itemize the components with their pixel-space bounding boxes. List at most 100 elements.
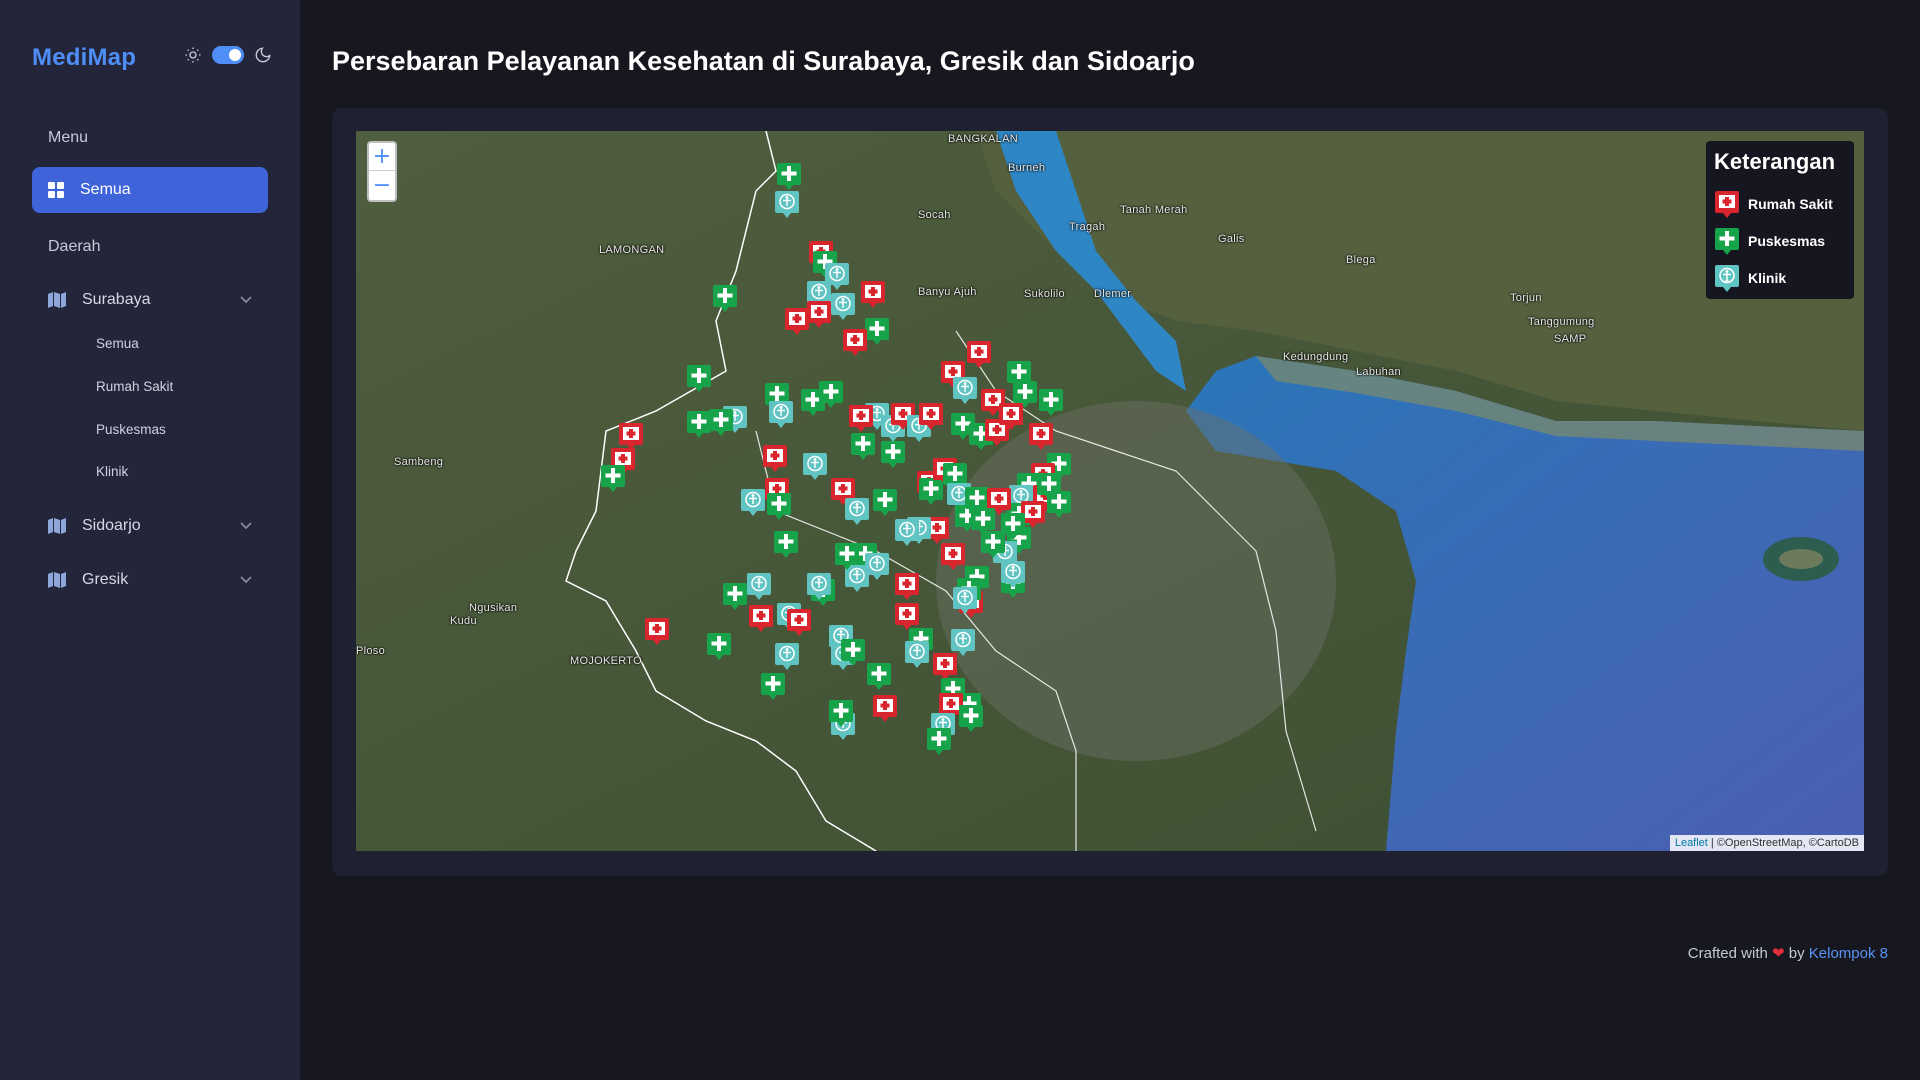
hospital-marker[interactable] xyxy=(644,616,670,646)
zoom-control: + − xyxy=(367,141,397,202)
hospital-marker[interactable] xyxy=(748,603,774,633)
puskesmas-marker[interactable] xyxy=(840,637,866,667)
legend-label: Klinik xyxy=(1748,269,1787,286)
subitem-puskesmas[interactable]: Puskesmas xyxy=(96,422,166,437)
hospital-marker[interactable] xyxy=(918,401,944,431)
map-view[interactable]: BANGKALAN Burneh Socah Tanah Merah Traga… xyxy=(356,131,1864,851)
app-logo[interactable]: MediMap xyxy=(32,44,136,72)
puskesmas-marker[interactable] xyxy=(708,407,734,437)
puskesmas-marker[interactable] xyxy=(850,431,876,461)
legend-label: Puskesmas xyxy=(1748,232,1826,249)
puskesmas-marker[interactable] xyxy=(722,581,748,611)
clinic-marker[interactable] xyxy=(952,375,978,405)
puskesmas-marker[interactable] xyxy=(866,661,892,691)
hospital-marker[interactable] xyxy=(940,541,966,571)
puskesmas-marker[interactable] xyxy=(872,487,898,517)
puskesmas-marker[interactable] xyxy=(712,283,738,313)
clinic-marker[interactable] xyxy=(746,571,772,601)
region-sidoarjo-label: Sidoarjo xyxy=(82,517,141,534)
clinic-marker[interactable] xyxy=(950,627,976,657)
puskesmas-marker[interactable] xyxy=(828,698,854,728)
subitem-klinik[interactable]: Klinik xyxy=(96,464,128,479)
clinic-marker[interactable] xyxy=(864,551,890,581)
grid-icon xyxy=(48,182,64,198)
map-attribution: Leaflet | ©OpenStreetMap, ©CartoDB xyxy=(1669,835,1864,851)
clinic-marker[interactable] xyxy=(830,291,856,321)
clinic-marker[interactable] xyxy=(802,451,828,481)
place-label: Burneh xyxy=(1008,162,1046,174)
subitem-rumah-sakit[interactable]: Rumah Sakit xyxy=(96,379,173,394)
switch-knob xyxy=(229,49,241,61)
legend-title: Keterangan xyxy=(1714,149,1836,174)
dark-mode-switch[interactable] xyxy=(212,46,244,64)
hospital-marker[interactable] xyxy=(848,403,874,433)
map-base-layer xyxy=(356,131,1864,851)
puskesmas-marker[interactable] xyxy=(766,491,792,521)
puskesmas-marker[interactable] xyxy=(1038,387,1064,417)
clinic-marker[interactable] xyxy=(904,639,930,669)
hospital-marker[interactable] xyxy=(842,327,868,357)
hospital-marker[interactable] xyxy=(1028,421,1054,451)
clinic-marker[interactable] xyxy=(806,571,832,601)
hospital-marker[interactable] xyxy=(872,693,898,723)
puskesmas-marker[interactable] xyxy=(880,439,906,469)
clinic-marker[interactable] xyxy=(768,399,794,429)
place-label: Dlemer xyxy=(1094,288,1132,300)
heart-icon: ❤ xyxy=(1772,945,1785,962)
region-surabaya[interactable]: Surabaya xyxy=(32,280,268,320)
place-label: Sambeng xyxy=(394,456,444,468)
puskesmas-marker[interactable] xyxy=(818,379,844,409)
clinic-marker[interactable] xyxy=(1000,559,1026,589)
puskesmas-marker[interactable] xyxy=(773,529,799,559)
place-label: Kedungdung xyxy=(1283,351,1349,363)
clinic-marker[interactable] xyxy=(894,517,920,547)
place-label: SAMP xyxy=(1554,333,1587,345)
puskesmas-marker[interactable] xyxy=(776,161,802,191)
clinic-marker[interactable] xyxy=(740,487,766,517)
hospital-marker[interactable] xyxy=(998,401,1024,431)
chevron-down-icon xyxy=(240,522,252,530)
hospital-marker[interactable] xyxy=(762,443,788,473)
footer-prefix: Crafted with xyxy=(1687,945,1768,962)
region-sidoarjo[interactable]: Sidoarjo xyxy=(32,506,268,546)
hospital-marker[interactable] xyxy=(786,607,812,637)
puskesmas-marker[interactable] xyxy=(686,363,712,393)
puskesmas-marker[interactable] xyxy=(970,506,996,536)
place-label: Galis xyxy=(1218,233,1245,245)
footer: Crafted with ❤ by Kelompok 8 xyxy=(1688,944,1888,962)
puskesmas-marker[interactable] xyxy=(760,671,786,701)
menu-section-label: Menu xyxy=(48,129,89,146)
subitem-semua[interactable]: Semua xyxy=(96,336,139,351)
region-surabaya-label: Surabaya xyxy=(82,291,151,308)
nav-item-semua[interactable]: Semua xyxy=(32,167,268,213)
clinic-marker[interactable] xyxy=(952,585,978,615)
hospital-marker[interactable] xyxy=(966,339,992,369)
clinic-marker[interactable] xyxy=(774,641,800,671)
puskesmas-marker[interactable] xyxy=(834,541,860,571)
puskesmas-marker[interactable] xyxy=(706,631,732,661)
author-link[interactable]: Kelompok 8 xyxy=(1809,945,1888,962)
legend-item-clinic: Klinik xyxy=(1714,259,1846,296)
leaflet-link[interactable]: Leaflet xyxy=(1675,837,1708,849)
puskesmas-marker[interactable] xyxy=(600,463,626,493)
zoom-out-button[interactable]: − xyxy=(369,171,395,199)
place-label: Blega xyxy=(1346,254,1376,266)
map-legend: Keterangan Rumah Sakit Puskesmas Klinik xyxy=(1706,141,1854,299)
place-label: Sukolilo xyxy=(1024,288,1065,300)
moon-icon xyxy=(255,47,271,63)
puskesmas-marker[interactable] xyxy=(926,726,952,756)
region-gresik[interactable]: Gresik xyxy=(32,560,268,600)
hospital-marker[interactable] xyxy=(806,299,832,329)
hospital-marker[interactable] xyxy=(860,279,886,309)
theme-toggle xyxy=(184,46,272,64)
place-label: Labuhan xyxy=(1356,366,1401,378)
puskesmas-marker[interactable] xyxy=(958,703,984,733)
clinic-marker[interactable] xyxy=(774,189,800,219)
clinic-marker[interactable] xyxy=(844,496,870,526)
puskesmas-marker[interactable] xyxy=(1046,489,1072,519)
clinic-icon xyxy=(1715,264,1739,292)
zoom-in-button[interactable]: + xyxy=(369,143,395,171)
place-label: Kudu xyxy=(450,615,477,627)
puskesmas-marker[interactable] xyxy=(1000,511,1026,541)
hospital-marker[interactable] xyxy=(894,571,920,601)
